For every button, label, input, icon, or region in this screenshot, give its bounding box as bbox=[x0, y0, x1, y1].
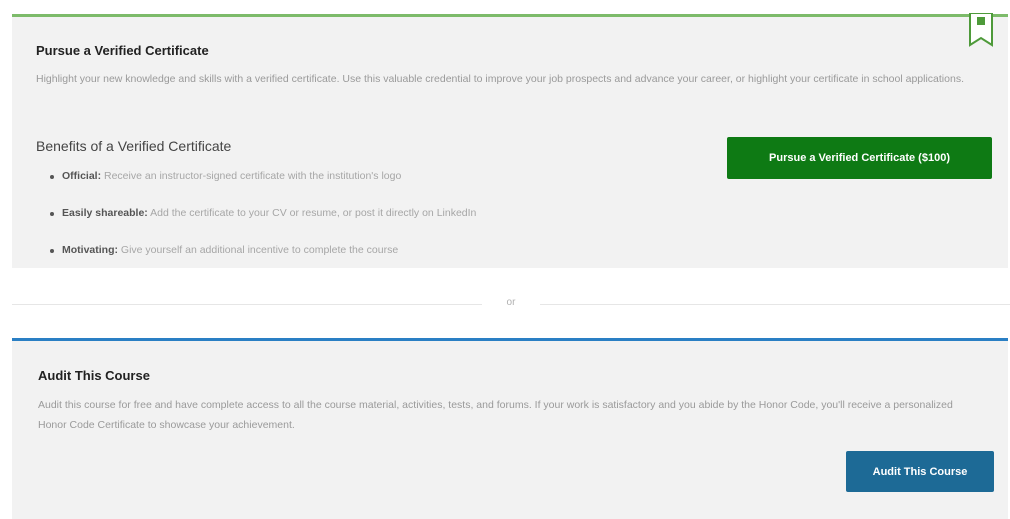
audit-course-description: Audit this course for free and have comp… bbox=[38, 399, 953, 431]
benefit-item-shareable: Easily shareable: Add the certificate to… bbox=[50, 204, 742, 241]
divider-or-text: or bbox=[506, 297, 516, 308]
benefits-title: Benefits of a Verified Certificate bbox=[36, 138, 232, 154]
benefit-text: Receive an instructor-signed certificate… bbox=[101, 170, 402, 182]
pursue-verified-certificate-button[interactable]: Pursue a Verified Certificate ($100) bbox=[727, 137, 992, 179]
bullet-icon bbox=[50, 212, 54, 216]
verified-certificate-description: Highlight your new knowledge and skills … bbox=[36, 73, 964, 85]
bullet-icon bbox=[50, 175, 54, 179]
verified-certificate-title: Pursue a Verified Certificate bbox=[36, 43, 209, 58]
audit-course-card: Audit This Course Audit this course for … bbox=[12, 338, 1008, 519]
verified-certificate-card: Pursue a Verified Certificate Highlight … bbox=[12, 13, 1008, 268]
benefit-text: Give yourself an additional incentive to… bbox=[118, 244, 399, 256]
certificate-ribbon-icon bbox=[969, 13, 993, 47]
benefit-item-motivating: Motivating: Give yourself an additional … bbox=[50, 241, 742, 278]
benefits-list: Official: Receive an instructor-signed c… bbox=[50, 167, 742, 278]
divider-line-right bbox=[540, 304, 1010, 305]
benefit-name: Motivating: bbox=[62, 244, 118, 256]
benefit-name: Official: bbox=[62, 170, 102, 182]
audit-course-button[interactable]: Audit This Course bbox=[846, 451, 994, 492]
benefit-name: Easily shareable: bbox=[62, 207, 148, 219]
audit-course-title: Audit This Course bbox=[38, 368, 150, 383]
divider-line-left bbox=[12, 304, 482, 305]
benefit-text: Add the certificate to your CV or resume… bbox=[147, 207, 477, 219]
benefit-item-official: Official: Receive an instructor-signed c… bbox=[50, 167, 742, 204]
bullet-icon bbox=[50, 249, 54, 253]
